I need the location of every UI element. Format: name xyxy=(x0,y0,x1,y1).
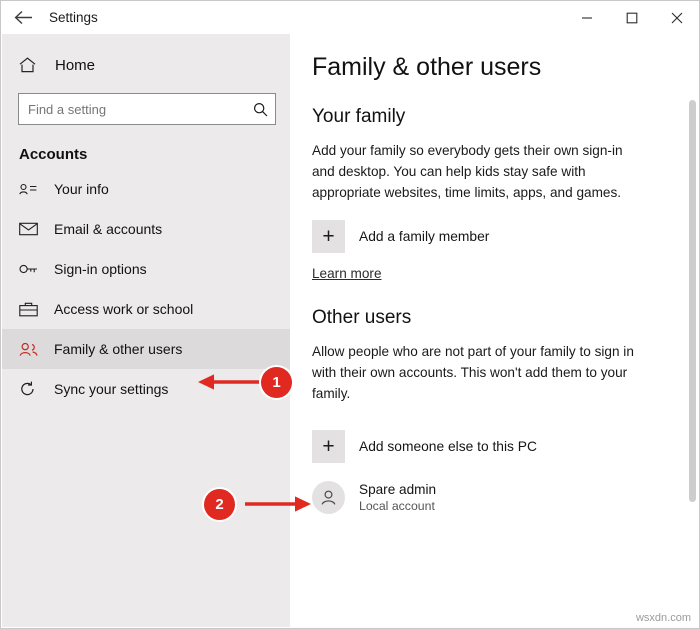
add-family-member-button[interactable]: + Add a family member xyxy=(312,220,698,253)
back-arrow-icon xyxy=(14,10,33,25)
minimize-icon xyxy=(581,12,593,24)
person-card-icon xyxy=(19,182,41,196)
sidebar-item-label: Access work or school xyxy=(54,301,194,317)
sidebar-item-email-accounts[interactable]: Email & accounts xyxy=(2,209,290,249)
home-label: Home xyxy=(55,56,96,74)
sidebar-item-home[interactable]: Home xyxy=(2,47,290,83)
callout-arrow-1 xyxy=(198,374,260,390)
user-texts: Spare admin Local account xyxy=(359,482,436,513)
briefcase-icon xyxy=(19,302,41,317)
back-button[interactable] xyxy=(1,1,45,34)
close-button[interactable] xyxy=(654,1,699,34)
plus-icon: + xyxy=(312,430,345,463)
user-avatar-icon xyxy=(312,481,345,514)
settings-window: Settings Home Find a setting Accounts Yo… xyxy=(0,0,700,629)
add-someone-else-label: Add someone else to this PC xyxy=(359,439,537,454)
maximize-icon xyxy=(626,12,638,24)
mail-icon xyxy=(19,222,41,236)
other-users-description: Allow people who are not part of your fa… xyxy=(312,344,634,401)
sidebar-item-label: Sync your settings xyxy=(54,381,169,397)
scrollbar-thumb[interactable] xyxy=(689,100,696,502)
close-icon xyxy=(671,12,683,24)
callout-number: 1 xyxy=(272,374,281,391)
watermark: wsxdn.com xyxy=(635,612,691,624)
add-family-member-label: Add a family member xyxy=(359,229,490,244)
sidebar-item-label: Your info xyxy=(54,181,109,197)
title-bar: Settings xyxy=(1,1,699,34)
sidebar-item-family-other-users[interactable]: Family & other users xyxy=(2,329,290,369)
people-icon xyxy=(19,342,41,357)
user-account-type: Local account xyxy=(359,499,435,513)
home-icon xyxy=(19,57,43,73)
sidebar-item-label: Sign-in options xyxy=(54,261,147,277)
your-family-heading: Your family xyxy=(312,106,406,127)
other-users-heading: Other users xyxy=(312,307,412,328)
search-box[interactable] xyxy=(18,93,276,125)
caption-buttons xyxy=(564,1,699,34)
search-icon[interactable] xyxy=(245,102,275,117)
callout-number: 2 xyxy=(215,496,224,513)
minimize-button[interactable] xyxy=(564,1,609,34)
user-name: Spare admin xyxy=(359,482,437,497)
content-scrollbar[interactable] xyxy=(687,34,698,627)
page-title: Family & other users xyxy=(312,53,542,81)
sidebar: Home Accounts Your info xyxy=(2,34,290,627)
callout-badge-1: 1 xyxy=(261,367,292,398)
sidebar-item-access-work-school[interactable]: Access work or school xyxy=(2,289,290,329)
sync-icon xyxy=(19,381,41,397)
user-list-item[interactable]: Spare admin Local account xyxy=(312,481,698,514)
sidebar-item-label: Email & accounts xyxy=(54,221,163,237)
callout-badge-2: 2 xyxy=(204,489,235,520)
sidebar-item-label: Family & other users xyxy=(54,341,183,357)
add-someone-else-button[interactable]: + Add someone else to this PC xyxy=(312,430,698,463)
key-icon xyxy=(19,262,41,276)
search-input[interactable] xyxy=(19,100,245,118)
app-title: Settings xyxy=(49,10,98,25)
sidebar-section-title: Accounts xyxy=(19,146,88,163)
your-family-description: Add your family so everybody gets their … xyxy=(312,143,623,200)
content-pane: Family & other users Your family Add you… xyxy=(290,34,698,627)
plus-icon: + xyxy=(312,220,345,253)
sidebar-item-sign-in-options[interactable]: Sign-in options xyxy=(2,249,290,289)
callout-arrow-2 xyxy=(245,496,311,512)
maximize-button[interactable] xyxy=(609,1,654,34)
learn-more-link[interactable]: Learn more xyxy=(312,266,382,281)
sidebar-item-your-info[interactable]: Your info xyxy=(2,169,290,209)
